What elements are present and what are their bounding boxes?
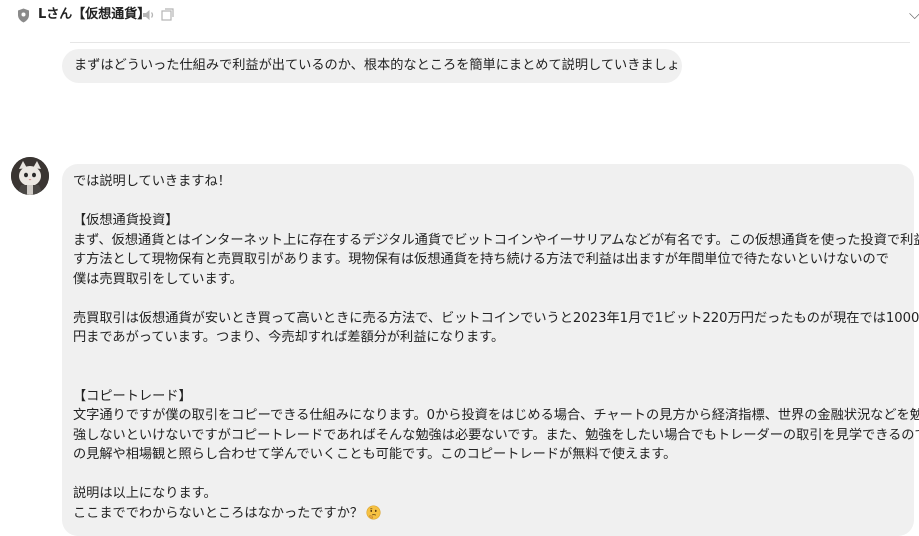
menu-icon[interactable]: ⌵ [909, 5, 919, 23]
section-heading: 【コピートレード】 [73, 388, 192, 404]
message-line: まず、仮想通貨とはインターネット上に存在するデジタル通貨でビットコインやイーサリ… [73, 232, 919, 248]
message-line: では説明していきますね！ [73, 174, 231, 189]
popout-icon[interactable] [161, 8, 174, 21]
shield-icon [18, 8, 29, 23]
section-heading: 【仮想通貨投資】 [73, 213, 179, 228]
speaker-icon[interactable] [142, 9, 156, 21]
avatar[interactable] [11, 157, 49, 195]
message-line: 強しないといけないですがコピートレードであればそんな勉強は必要ないです。また、勉… [73, 427, 919, 443]
message-line: す方法として現物保有と売買取引があります。現物保有は仮想通貨を持ち続ける方法で利… [73, 252, 889, 267]
message-line: 売買取引は仮想通貨が安いとき買って高いときに売る方法で、ビットコインでいうと20… [73, 310, 919, 326]
message-line: 文字通りですが僕の取引をコピーできる仕組みになります。0から投資をはじめる場合、… [73, 408, 919, 423]
message-text: ここまででわからないところはなかったですか？ [73, 505, 364, 521]
chat-header: Lさん【仮想通貨】 ⌵ [0, 0, 919, 36]
user-message-text: まずはどういった仕組みで利益が出ているのか、根本的なところを簡単にまとめて説明し… [74, 58, 682, 73]
cat-avatar-icon [11, 157, 49, 195]
thinking-face-icon [366, 504, 381, 520]
user-message-bubble: まずはどういった仕組みで利益が出ているのか、根本的なところを簡単にまとめて説明し… [62, 49, 682, 83]
message-line-last: ここまででわからないところはなかったですか？ [73, 504, 904, 524]
message-line: 説明は以上になります。 [73, 486, 217, 501]
divider [70, 42, 910, 43]
message-line: 僕は売買取引をしています。 [73, 271, 243, 287]
message-line: 円まであがっています。つまり、今売却すれば差額分が利益になります。 [73, 330, 505, 345]
message-line: の見解や相場観と照らし合わせて学んでいくことも可能です。このコピートレードが無料… [73, 447, 677, 462]
bot-message-bubble: では説明していきますね！ 【仮想通貨投資】 まず、仮想通貨とはインターネット上に… [62, 164, 919, 536]
chat-title[interactable]: Lさん【仮想通貨】 [38, 6, 150, 24]
